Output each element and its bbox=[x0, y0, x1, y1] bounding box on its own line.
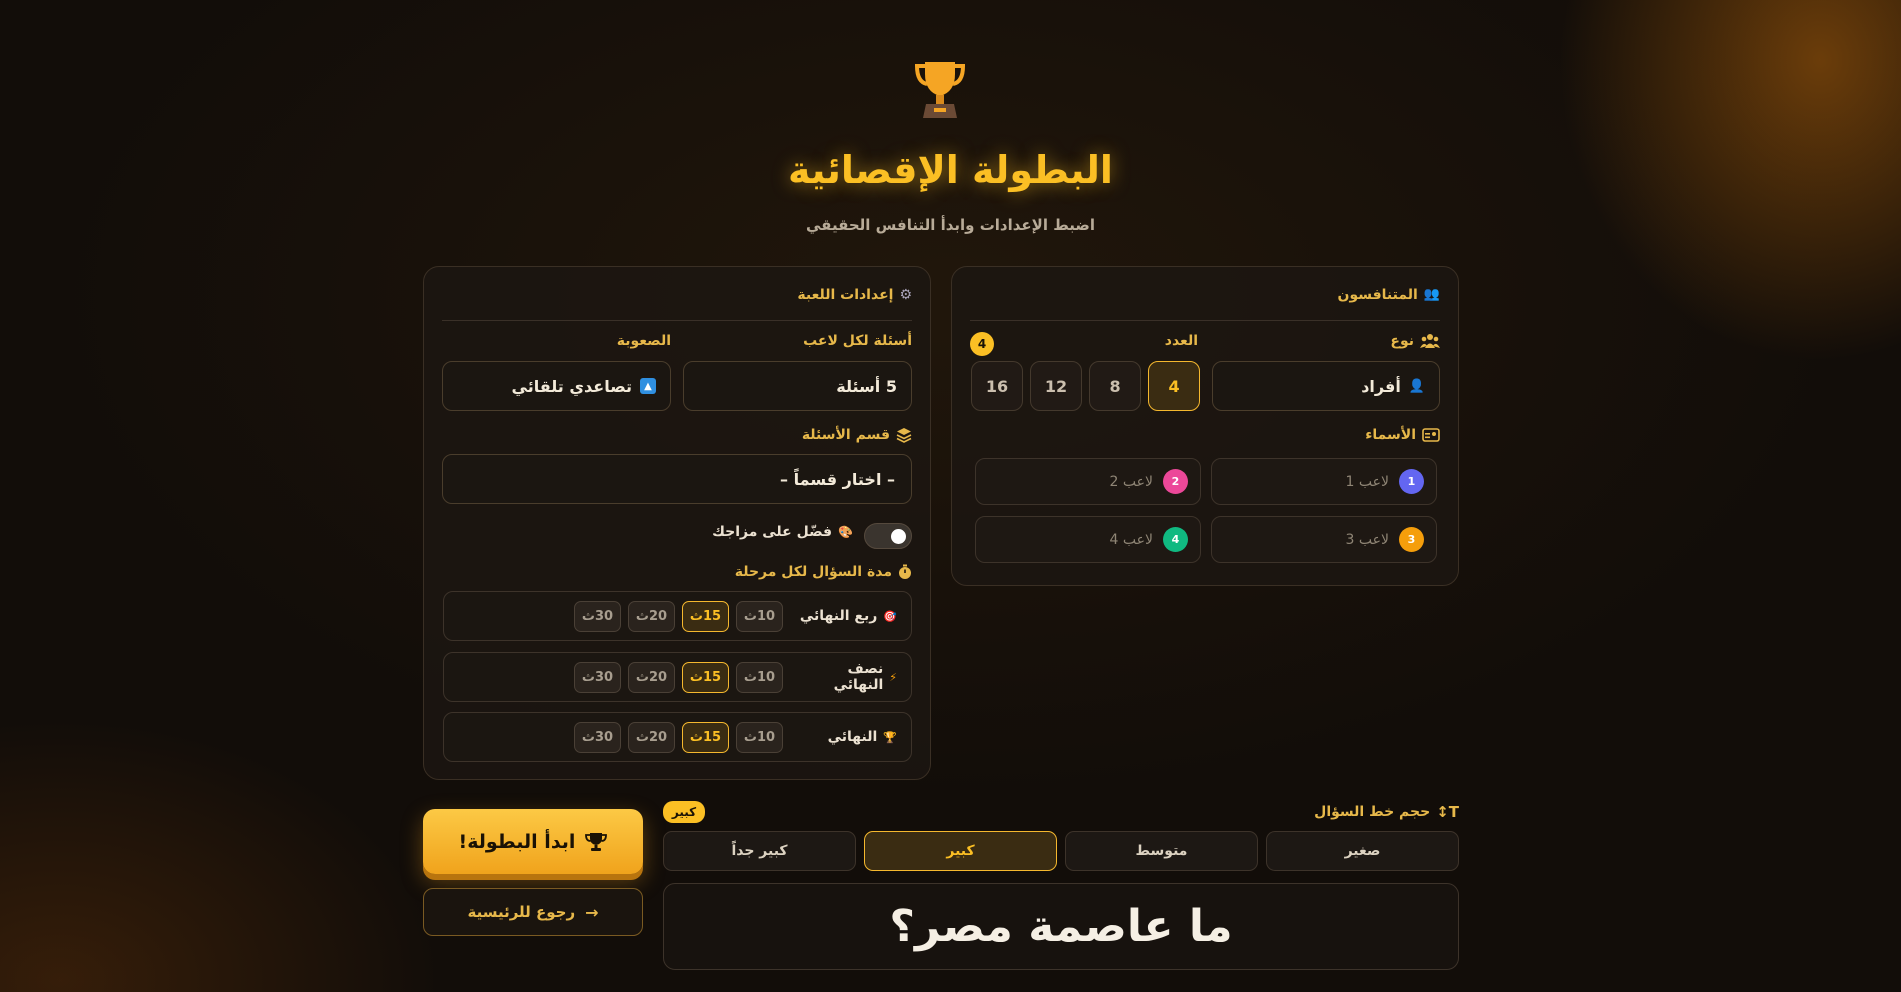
back-home-button[interactable]: → رجوع للرئيسية bbox=[423, 888, 643, 936]
start-tournament-button[interactable]: ابدأ البطولة! bbox=[423, 809, 643, 874]
people-icon: 👥 bbox=[1423, 287, 1440, 302]
timer-option[interactable]: 30ث bbox=[574, 721, 621, 753]
competitors-heading: 👥 المتنافسون bbox=[970, 287, 1440, 321]
count-badge: 4 bbox=[970, 332, 994, 356]
person-icon: 👤 bbox=[1408, 378, 1425, 394]
game-settings-panel: ⚙ إعدادات اللعبة أسئلة لكل لاعب الصعوبة … bbox=[423, 266, 931, 780]
questions-select[interactable]: 5 أسئلة bbox=[683, 361, 912, 411]
player-number: 3 bbox=[1399, 527, 1424, 552]
player-placeholder: لاعب 1 bbox=[1345, 473, 1389, 490]
font-size-label: T↕ حجم خط السؤال bbox=[1314, 803, 1459, 821]
player-name-input[interactable]: 4 لاعب 4 bbox=[975, 516, 1201, 563]
font-size-options: صغير متوسط كبير كبير جداً bbox=[663, 831, 1459, 871]
preview-text: ما عاصمة مصر؟ bbox=[889, 901, 1233, 952]
competitors-panel: 👥 المتنافسون نوع العدد 4 👤 أفراد 4 8 12 … bbox=[951, 266, 1459, 586]
player-name-input[interactable]: 3 لاعب 3 bbox=[1211, 516, 1437, 563]
lightning-icon: ⚡ bbox=[889, 670, 897, 684]
timer-option[interactable]: 30ث bbox=[574, 600, 621, 632]
timer-option[interactable]: 20ث bbox=[628, 721, 675, 753]
stage-row: ⚡ نصف النهائي 10ث 15ث 20ث 30ث bbox=[443, 652, 912, 702]
timer-label: مدة السؤال لكل مرحلة bbox=[735, 564, 912, 580]
timer-option[interactable]: 20ث bbox=[628, 661, 675, 693]
text-size-icon: T↕ bbox=[1436, 803, 1459, 821]
timer-option[interactable]: 15ث bbox=[682, 600, 729, 632]
questions-label: أسئلة لكل لاعب bbox=[803, 333, 912, 349]
up-arrow-icon: ▲ bbox=[640, 378, 656, 394]
category-select[interactable]: – اختار قسماً – bbox=[442, 454, 912, 504]
timer-option[interactable]: 10ث bbox=[736, 600, 783, 632]
timer-option[interactable]: 20ث bbox=[628, 600, 675, 632]
difficulty-label: الصعوبة bbox=[616, 333, 671, 349]
player-placeholder: لاعب 2 bbox=[1109, 473, 1153, 490]
difficulty-select[interactable]: ▲ تصاعدي تلقائي bbox=[442, 361, 671, 411]
stage-name: ⚡ نصف النهائي bbox=[833, 661, 897, 693]
trophy-icon bbox=[585, 832, 608, 852]
stage-row: 🏆 النهائي 10ث 15ث 20ث 30ث bbox=[443, 712, 912, 762]
stage-name: 🎯 ربع النهائي bbox=[799, 608, 897, 624]
target-icon: 🎯 bbox=[883, 609, 897, 623]
favorite-toggle[interactable] bbox=[864, 523, 912, 549]
player-name-input[interactable]: 2 لاعب 2 bbox=[975, 458, 1201, 505]
stage-name: 🏆 النهائي bbox=[827, 729, 897, 745]
timer-option[interactable]: 10ث bbox=[736, 721, 783, 753]
favorite-label: 🎨 فضّل على مزاجك bbox=[712, 524, 853, 540]
arrow-right-icon: → bbox=[585, 902, 599, 922]
settings-heading: ⚙ إعدادات اللعبة bbox=[442, 287, 912, 321]
player-number: 1 bbox=[1399, 469, 1424, 494]
layers-icon bbox=[896, 427, 912, 443]
font-size-option[interactable]: كبير bbox=[864, 831, 1057, 871]
toggle-switch[interactable] bbox=[864, 523, 912, 549]
count-buttons: 4 8 12 16 bbox=[971, 361, 1200, 411]
font-size-option[interactable]: صغير bbox=[1266, 831, 1459, 871]
page-subtitle: اضبط الإعدادات وابدأ التنافس الحقيقي bbox=[805, 216, 1096, 234]
player-placeholder: لاعب 3 bbox=[1345, 531, 1389, 548]
player-number: 2 bbox=[1163, 469, 1188, 494]
group-icon bbox=[1420, 333, 1440, 349]
player-name-input[interactable]: 1 لاعب 1 bbox=[1211, 458, 1437, 505]
timer-option[interactable]: 15ث bbox=[682, 721, 729, 753]
palette-icon: 🎨 bbox=[838, 525, 853, 539]
trophy-icon: 🏆 bbox=[883, 730, 897, 744]
names-label: الأسماء bbox=[1365, 427, 1440, 443]
stage-row: 🎯 ربع النهائي 10ث 15ث 20ث 30ث bbox=[443, 591, 912, 641]
count-option[interactable]: 12 bbox=[1030, 361, 1082, 411]
count-label: العدد bbox=[1164, 333, 1198, 349]
font-size-option[interactable]: كبير جداً bbox=[663, 831, 856, 871]
page-title: البطولة الإقصائية bbox=[788, 148, 1113, 192]
type-label: نوع bbox=[1390, 333, 1440, 349]
timer-option[interactable]: 15ث bbox=[682, 661, 729, 693]
count-option[interactable]: 4 bbox=[1148, 361, 1200, 411]
player-number: 4 bbox=[1163, 527, 1188, 552]
id-card-icon bbox=[1422, 428, 1440, 442]
trophy-icon bbox=[914, 60, 966, 120]
player-placeholder: لاعب 4 bbox=[1109, 531, 1153, 548]
question-preview: ما عاصمة مصر؟ bbox=[663, 883, 1459, 970]
timer-option[interactable]: 30ث bbox=[574, 661, 621, 693]
gear-icon: ⚙ bbox=[899, 287, 912, 303]
category-label: قسم الأسئلة bbox=[802, 427, 912, 443]
font-size-badge: كبير bbox=[663, 801, 705, 823]
type-select[interactable]: 👤 أفراد bbox=[1212, 361, 1440, 411]
font-size-option[interactable]: متوسط bbox=[1065, 831, 1258, 871]
count-option[interactable]: 8 bbox=[1089, 361, 1141, 411]
count-option[interactable]: 16 bbox=[971, 361, 1023, 411]
timer-option[interactable]: 10ث bbox=[736, 661, 783, 693]
stopwatch-icon bbox=[898, 564, 912, 580]
